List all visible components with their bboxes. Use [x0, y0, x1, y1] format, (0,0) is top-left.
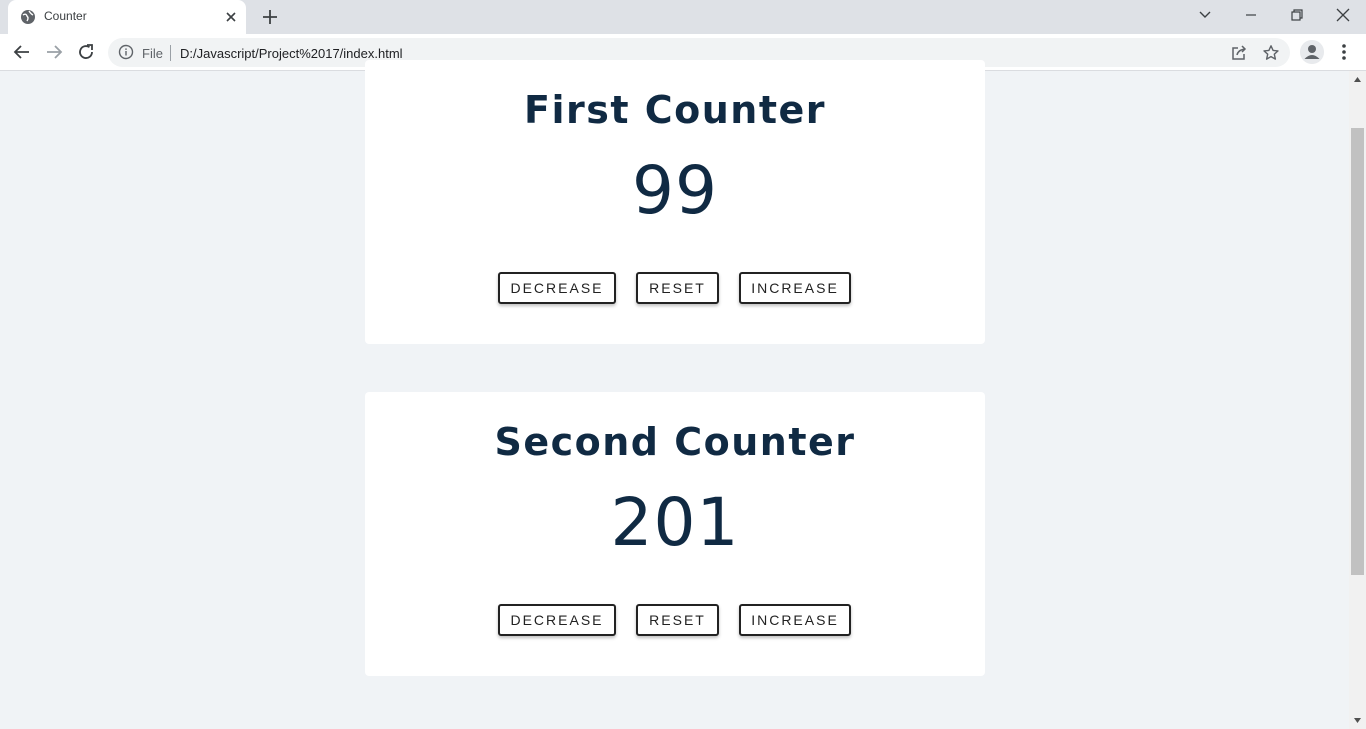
minimize-button[interactable] — [1228, 0, 1274, 30]
increase-button[interactable]: INCREASE — [739, 604, 851, 636]
reload-icon — [79, 44, 93, 59]
tab-search-button[interactable] — [1182, 0, 1228, 30]
decrease-button[interactable]: DECREASE — [498, 272, 616, 304]
restore-icon — [1291, 9, 1303, 21]
close-icon — [1336, 8, 1350, 22]
bookmark-star-icon[interactable] — [1262, 44, 1280, 62]
back-button[interactable] — [10, 40, 34, 64]
tab-title: Counter — [44, 9, 87, 23]
globe-icon — [21, 10, 35, 24]
minimize-icon — [1246, 14, 1256, 16]
new-tab-icon[interactable] — [260, 7, 280, 27]
profile-avatar[interactable] — [1300, 40, 1324, 64]
reset-button[interactable]: RESET — [636, 604, 719, 636]
forward-button[interactable] — [42, 40, 66, 64]
tab-counter[interactable]: Counter — [8, 0, 246, 34]
more-options-icon[interactable] — [1336, 40, 1352, 64]
counter-value: 201 — [610, 484, 740, 561]
increase-button[interactable]: INCREASE — [739, 272, 851, 304]
counter-title: Second Counter — [494, 420, 856, 464]
close-tab-icon[interactable] — [223, 9, 239, 25]
counter-title: First Counter — [523, 88, 826, 132]
scroll-down-arrow-icon[interactable] — [1349, 712, 1366, 729]
person-icon — [1300, 40, 1324, 64]
divider — [170, 45, 171, 61]
info-icon[interactable] — [118, 44, 134, 60]
share-icon[interactable] — [1230, 44, 1248, 62]
chevron-down-icon — [1199, 11, 1211, 18]
close-window-button[interactable] — [1320, 0, 1366, 30]
decrease-button[interactable]: DECREASE — [498, 604, 616, 636]
restore-button[interactable] — [1274, 0, 1320, 30]
scheme-label: File — [142, 46, 163, 61]
arrow-right-icon — [47, 45, 63, 59]
scrollbar-thumb[interactable] — [1351, 128, 1364, 575]
first-counter-card: First Counter 99 DECREASE RESET INCREASE — [365, 60, 985, 344]
reload-button[interactable] — [74, 40, 98, 64]
url-text[interactable]: D:/Javascript/Project%2017/index.html — [180, 46, 403, 61]
second-counter-card: Second Counter 201 DECREASE RESET INCREA… — [365, 392, 985, 676]
tab-strip: Counter — [0, 0, 1366, 34]
scroll-up-arrow-icon[interactable] — [1349, 71, 1366, 88]
counter-value: 99 — [632, 152, 718, 229]
reset-button[interactable]: RESET — [636, 272, 719, 304]
vertical-scrollbar[interactable] — [1349, 71, 1366, 729]
arrow-left-icon — [13, 45, 29, 59]
